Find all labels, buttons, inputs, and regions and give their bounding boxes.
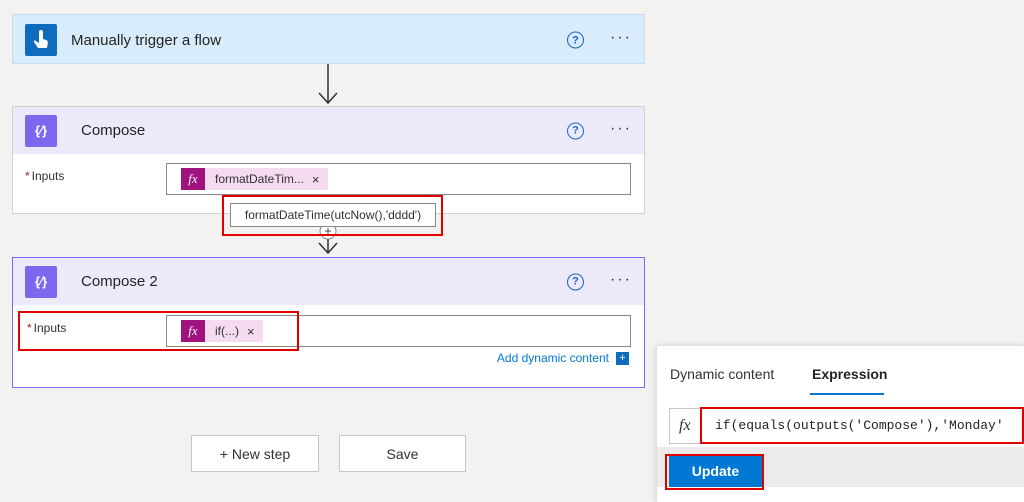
highlight-box xyxy=(665,454,764,490)
new-step-button[interactable]: + New step xyxy=(191,435,319,472)
tab-active-underline xyxy=(810,393,884,395)
more-options-icon[interactable]: ··· xyxy=(610,271,632,289)
highlight-box xyxy=(222,195,443,236)
inputs-field[interactable]: fx formatDateTim... × xyxy=(166,163,631,195)
touch-icon xyxy=(25,24,57,56)
inputs-label: * Inputs xyxy=(25,169,65,183)
connector-arrow-1 xyxy=(318,62,338,105)
more-options-icon[interactable]: ··· xyxy=(610,29,632,47)
help-icon[interactable]: ? xyxy=(567,31,584,49)
compose-icon: {∕} xyxy=(25,114,57,147)
expression-token[interactable]: fx formatDateTim... × xyxy=(181,168,328,190)
token-label: formatDateTim... xyxy=(215,172,304,186)
remove-token-icon[interactable]: × xyxy=(312,172,320,187)
compose-title: Compose xyxy=(81,122,146,139)
help-icon[interactable]: ? xyxy=(567,273,584,290)
expression-input[interactable]: if(equals(outputs('Compose'),'Monday' xyxy=(700,407,1024,444)
tab-expression[interactable]: Expression xyxy=(812,366,887,382)
add-dynamic-content-link[interactable]: Add dynamic content + xyxy=(497,351,629,365)
help-icon[interactable]: ? xyxy=(567,122,584,139)
fx-icon: fx xyxy=(679,417,691,434)
trigger-card[interactable]: Manually trigger a flow ? ··· xyxy=(12,14,645,64)
save-button[interactable]: Save xyxy=(339,435,466,472)
trigger-title: Manually trigger a flow xyxy=(71,31,222,49)
more-options-icon[interactable]: ··· xyxy=(610,120,632,138)
compose2-title: Compose 2 xyxy=(81,273,158,290)
add-icon: + xyxy=(616,351,629,365)
highlight-box xyxy=(18,311,299,351)
compose-icon: {∕} xyxy=(25,265,57,298)
dynamic-content-panel: Dynamic content Expression fx if(equals(… xyxy=(656,346,1024,502)
fx-icon: fx xyxy=(181,168,205,190)
tab-dynamic-content[interactable]: Dynamic content xyxy=(670,366,774,382)
